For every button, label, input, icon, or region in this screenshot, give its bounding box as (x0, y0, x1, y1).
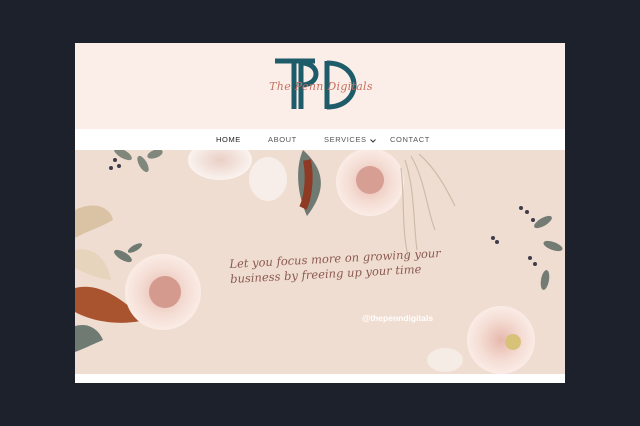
site-header: The Penn Digitals (75, 43, 565, 129)
nav-item-services-label: SERVICES (324, 135, 367, 144)
nav-item-about[interactable]: ABOUT (268, 129, 297, 150)
hero-banner: Let you focus more on growing your busin… (75, 150, 565, 374)
nav-item-services[interactable]: SERVICES (324, 129, 376, 150)
brand-script-name: The Penn Digitals (269, 80, 373, 93)
chevron-down-icon[interactable] (369, 130, 376, 151)
footer-strip (75, 374, 565, 383)
social-handle[interactable]: @thepenndigitals (362, 313, 433, 323)
nav-item-home[interactable]: HOME (216, 129, 241, 150)
website-frame: The Penn Digitals HOME ABOUT SERVICES CO… (75, 43, 565, 383)
nav-item-contact[interactable]: CONTACT (390, 129, 430, 150)
main-navigation: HOME ABOUT SERVICES CONTACT (75, 129, 565, 150)
brand-logo[interactable]: The Penn Digitals (265, 57, 377, 115)
